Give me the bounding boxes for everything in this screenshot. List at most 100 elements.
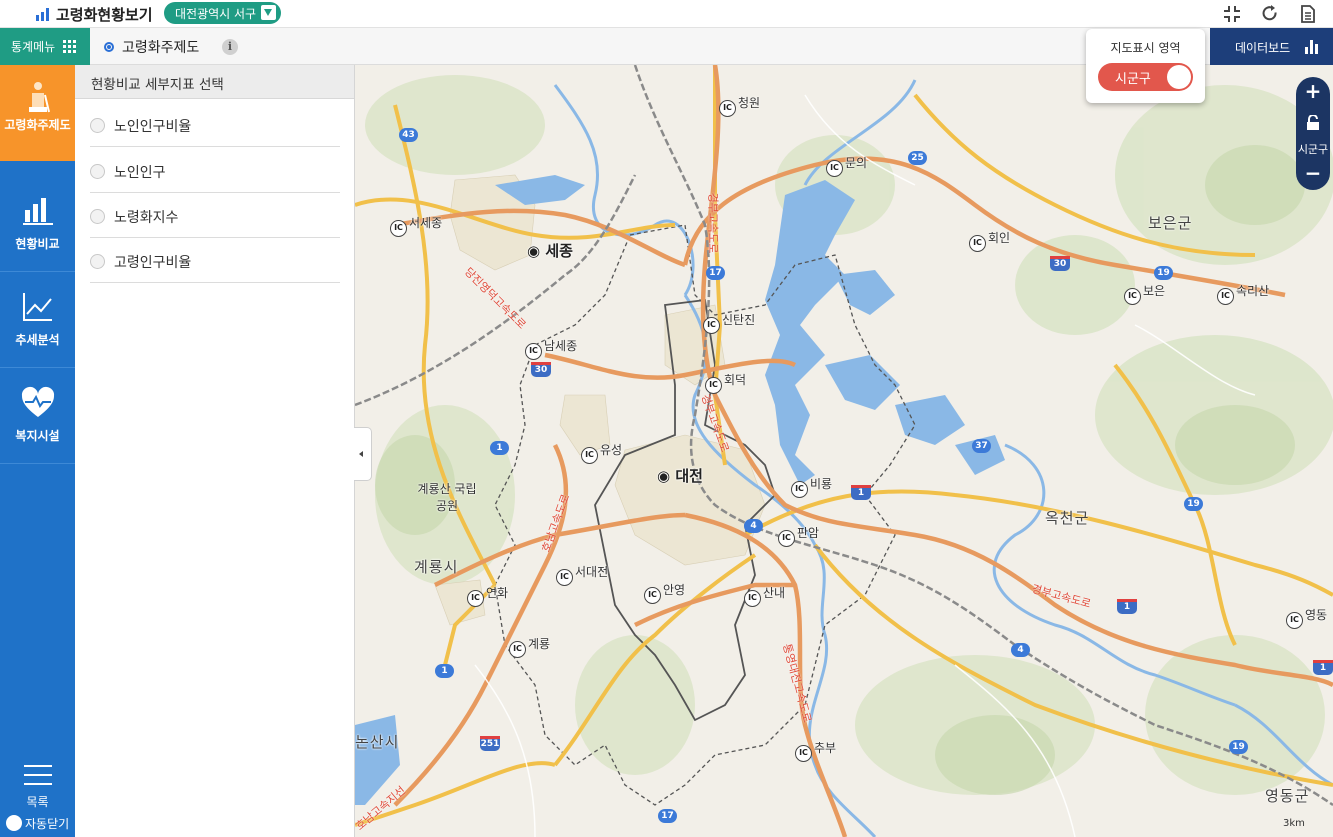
sidebar-item-compare[interactable]: 현황비교 xyxy=(0,176,75,272)
list-label: 목록 xyxy=(26,795,49,809)
city-label-sejong: ◉ 세종 xyxy=(527,242,573,260)
bar-chart-icon xyxy=(1305,40,1319,54)
park-label: 계룡산 국립공원 xyxy=(417,482,477,513)
elderly-icon xyxy=(28,82,50,113)
route-shield: 17 xyxy=(706,266,725,280)
toggle-knob xyxy=(1167,65,1191,89)
ic-label: IC 추부 xyxy=(795,739,836,762)
indicator-option-label: 노인인구 xyxy=(114,165,166,181)
document-icon[interactable] xyxy=(1298,4,1318,24)
grid-icon xyxy=(63,40,76,53)
zoom-control: + 시군구 − xyxy=(1296,77,1330,190)
sidebar-item-trend[interactable]: 추세분석 xyxy=(0,272,75,368)
indicator-option[interactable]: 고령인구비율 xyxy=(90,238,340,283)
ic-label: IC 문의 xyxy=(826,154,867,177)
region-select[interactable]: 대전광역시 서구 xyxy=(164,2,281,24)
compress-icon[interactable] xyxy=(1222,4,1242,24)
panel-collapse-button[interactable] xyxy=(354,427,372,481)
ic-label: IC 연화 xyxy=(467,584,508,607)
auto-close-toggle[interactable]: 자동닫기 xyxy=(6,815,69,832)
unlock-icon[interactable] xyxy=(1306,115,1320,131)
indicator-option[interactable]: 노령화지수 xyxy=(90,193,340,238)
route-shield: 4 xyxy=(1011,643,1030,657)
toggle-dot-icon xyxy=(6,815,22,831)
dashboard-label: 데이터보드 xyxy=(1235,41,1291,55)
dashboard-button[interactable]: 데이터보드 xyxy=(1210,28,1333,65)
heart-pulse-icon xyxy=(21,386,54,417)
ic-label: IC 서대전 xyxy=(556,563,608,586)
zoom-level-label: 시군구 xyxy=(1297,143,1329,156)
region-label: 논산시 xyxy=(355,733,400,751)
ic-label: IC 속리산 xyxy=(1217,282,1269,305)
map-area-value: 시군구 xyxy=(1115,72,1151,87)
route-shield: 19 xyxy=(1154,266,1173,280)
map-area-title: 지도표시 영역 xyxy=(1110,41,1181,55)
ic-label: IC 신탄진 xyxy=(703,311,755,334)
indicator-option[interactable]: 노인인구 xyxy=(90,148,340,193)
sidebar-item-label: 추세분석 xyxy=(15,333,60,347)
info-icon[interactable]: i xyxy=(222,39,238,55)
sidebar-item-label: 복지시설 xyxy=(15,429,60,443)
zoom-in-button[interactable]: + xyxy=(1296,79,1330,103)
ic-label: IC 청원 xyxy=(719,94,760,117)
radio-button[interactable] xyxy=(90,254,105,269)
sidebar-item-label: 현황비교 xyxy=(15,237,60,251)
city-label-daejeon: ◉ 대전 xyxy=(657,467,703,485)
top-bar: 고령화현황보기 대전광역시 서구 xyxy=(0,0,1333,28)
menu-icon xyxy=(23,765,52,785)
ic-label: IC 보은 xyxy=(1124,282,1165,305)
radio-button[interactable] xyxy=(90,118,105,133)
route-shield: 17 xyxy=(658,809,677,823)
ic-label: IC 회덕 xyxy=(705,371,746,394)
ic-label: IC 산내 xyxy=(744,584,785,607)
region-label: 보은군 xyxy=(1148,214,1193,232)
highway-sign: 30 xyxy=(531,362,551,377)
line-chart-icon xyxy=(22,293,52,321)
ic-label: IC 서세종 xyxy=(390,214,442,237)
highway-sign: 1 xyxy=(851,485,871,500)
radio-button[interactable] xyxy=(90,164,105,179)
list-button[interactable]: 목록 xyxy=(0,765,75,810)
indicator-option-label: 노인인구비율 xyxy=(114,119,192,135)
indicator-option[interactable]: 노인인구비율 xyxy=(90,102,340,147)
map-view[interactable]: ◉ 세종 ◉ 대전 보은군 옥천군 계룡시 논산시 영동군 계룡산 국립공원 I… xyxy=(355,65,1333,837)
ic-label: IC 회인 xyxy=(969,229,1010,252)
ic-label: IC 비룡 xyxy=(791,475,832,498)
highway-sign: 1 xyxy=(1117,599,1137,614)
ic-label: IC 판암 xyxy=(778,524,819,547)
region-label: 옥천군 xyxy=(1045,509,1090,527)
map-scale: 3km xyxy=(1283,818,1305,829)
auto-close-label: 자동닫기 xyxy=(25,817,70,831)
highway-sign: 1 xyxy=(1313,660,1333,675)
ic-label: IC 남세종 xyxy=(525,337,577,360)
indicator-panel: 현황비교 세부지표 선택 노인인구비율 노인인구 노령화지수 고령인구비율 xyxy=(75,65,355,837)
sidebar-item-label: 고령화주제도 xyxy=(4,118,71,132)
map-area-toggle[interactable]: 시군구 xyxy=(1098,63,1193,91)
region-select-value: 대전광역시 서구 xyxy=(175,7,257,21)
panel-title: 현황비교 세부지표 선택 xyxy=(75,65,354,99)
stats-menu-label: 통계메뉴 xyxy=(11,40,56,54)
zoom-out-button[interactable]: − xyxy=(1296,161,1330,185)
refresh-icon[interactable] xyxy=(1260,4,1280,24)
city-name: 세종 xyxy=(545,242,573,260)
ic-label: IC 유성 xyxy=(581,441,622,464)
indicator-option-label: 노령화지수 xyxy=(114,210,179,226)
sidebar-item-welfare[interactable]: 복지시설 xyxy=(0,368,75,464)
radio-dot-icon xyxy=(104,42,114,52)
app-title: 고령화현황보기 xyxy=(56,6,153,24)
app-logo-icon xyxy=(36,8,50,21)
ic-label: IC 안영 xyxy=(644,581,685,604)
route-shield: 25 xyxy=(908,151,927,165)
city-name: 대전 xyxy=(675,467,703,485)
bar-chart-icon xyxy=(22,198,53,225)
route-shield: 1 xyxy=(435,664,454,678)
stats-menu-button[interactable]: 통계메뉴 xyxy=(0,28,90,65)
sidebar-item-aging-map[interactable]: 고령화주제도 xyxy=(0,65,75,161)
route-shield: 1 xyxy=(490,441,509,455)
map-area-toggle-card: 지도표시 영역 시군구 xyxy=(1086,29,1205,103)
route-shield: 19 xyxy=(1184,497,1203,511)
caret-down-icon xyxy=(261,5,276,20)
ic-label: IC 영동 xyxy=(1286,606,1327,629)
indicator-option-label: 고령인구비율 xyxy=(114,255,192,271)
radio-button[interactable] xyxy=(90,209,105,224)
